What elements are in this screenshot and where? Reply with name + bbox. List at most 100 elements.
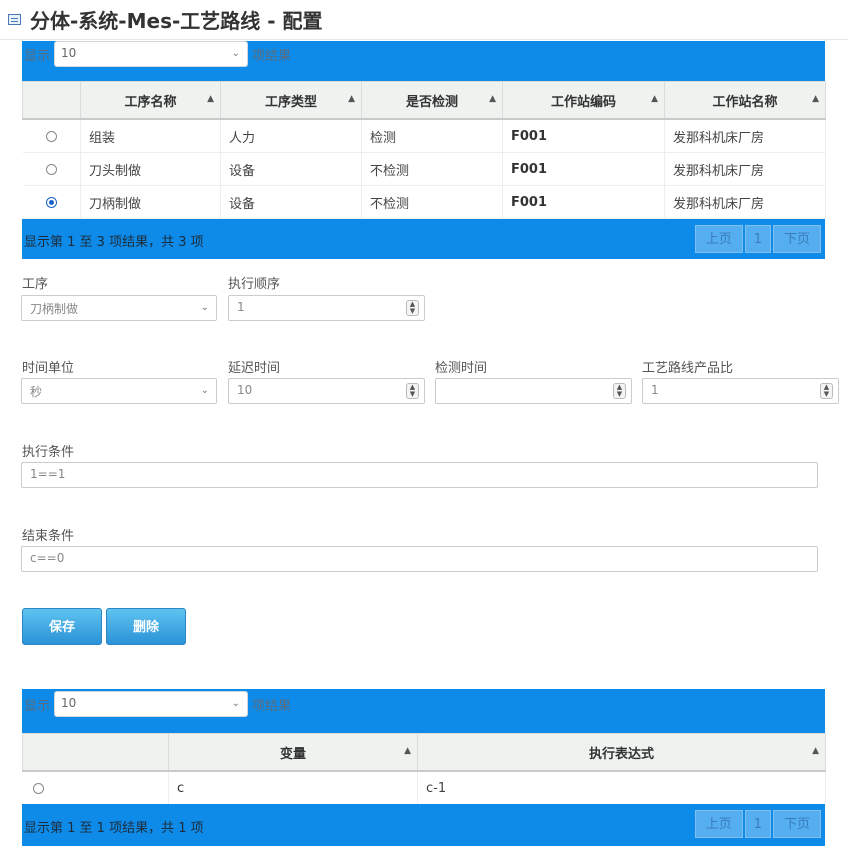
table1-pager: 上页 1 下页 [693,225,821,253]
table-row[interactable]: c c-1 [22,771,826,805]
header-select [22,81,81,120]
page-1-button[interactable]: 1 [744,225,771,253]
header-process-name[interactable]: 工序名称 ▲ [80,81,221,120]
cell-station-code: F001 [502,152,665,186]
order-input[interactable]: 1 ▲ ▼ [228,295,425,321]
length-suffix: 项结果 [252,48,292,64]
table2-toolbar: 显示 10 ⌄ 项结果 [22,689,825,733]
sort-icon: ▲ [348,94,355,104]
end-condition-label: 结束条件 [22,529,75,544]
table-header-row: 工序名称 ▲ 工序类型 ▲ 是否检测 ▲ 工作站编码 ▲ 工作站名称 ▲ [22,81,826,120]
header-station-name[interactable]: 工作站名称 ▲ [664,81,826,120]
cell-process-type: 人力 [220,119,362,153]
exec-condition-input[interactable]: 1==1 [21,462,818,488]
row-radio[interactable] [22,119,81,153]
cell-station-code: F001 [502,185,665,219]
chevron-down-icon: ⌄ [231,48,241,59]
header-variable[interactable]: 变量 ▲ [168,733,418,772]
delay-input[interactable]: 10 ▲ ▼ [228,378,425,404]
end-condition-input[interactable]: c==0 [21,546,818,572]
sort-icon: ▲ [812,94,819,104]
header-station-code[interactable]: 工作站编码 ▲ [502,81,665,120]
page-size-value: 10 [61,696,77,710]
cell-station-name: 发那科机床厂房 [664,185,826,219]
length-suffix: 项结果 [252,698,292,714]
process-value: 刀柄制做 [30,302,79,316]
row-radio[interactable] [22,152,81,186]
radio-button[interactable] [45,130,57,142]
process-select[interactable]: 刀柄制做 ⌄ [21,295,217,321]
prev-page-button[interactable]: 上页 [694,225,743,253]
table-header-row: 变量 ▲ 执行表达式 ▲ [22,733,826,772]
next-page-button[interactable]: 下页 [772,225,821,253]
number-spinner-icon[interactable]: ▲ ▼ [613,383,626,399]
number-spinner-icon[interactable]: ▲ ▼ [406,383,419,399]
page-title: 分体-系统-Mes-工艺路线 - 配置 [30,8,323,33]
cell-station-code: F001 [502,119,665,153]
radio-button[interactable] [45,163,57,175]
page-1-button[interactable]: 1 [744,810,771,838]
cell-process-name: 刀头制做 [80,152,221,186]
header-process-type[interactable]: 工序类型 ▲ [220,81,362,120]
table2-info: 显示第 1 至 1 项结果，共 1 项 [24,821,204,836]
row-radio[interactable] [22,771,169,805]
radio-button-selected[interactable] [45,196,57,208]
prev-page-button[interactable]: 上页 [694,810,743,838]
table1-footer: 显示第 1 至 3 项结果，共 3 项 上页 1 下页 [22,219,825,259]
time-unit-label: 时间单位 [22,361,75,376]
number-spinner-icon[interactable]: ▲ ▼ [820,383,833,399]
header-is-check[interactable]: 是否检测 ▲ [361,81,503,120]
cell-station-name: 发那科机床厂房 [664,119,826,153]
number-spinner-icon[interactable]: ▲ ▼ [406,300,419,316]
process-table: 工序名称 ▲ 工序类型 ▲ 是否检测 ▲ 工作站编码 ▲ 工作站名称 ▲ 组装 人力 检测… [22,81,826,219]
table-row[interactable]: 刀柄制做 设备 不检测 F001 发那科机床厂房 [22,185,826,219]
order-label: 执行顺序 [228,277,281,292]
save-button[interactable]: 保存 [22,608,102,645]
radio-button[interactable] [32,782,44,794]
delay-label: 延迟时间 [228,361,281,376]
ratio-input[interactable]: 1 ▲ ▼ [642,378,839,404]
sort-icon: ▲ [812,746,819,756]
table1-toolbar: 显示 10 ⌄ 项结果 [22,41,825,81]
check-time-input[interactable]: ▲ ▼ [435,378,632,404]
cell-process-type: 设备 [220,185,362,219]
table2-pager: 上页 1 下页 [693,810,821,838]
table-row[interactable]: 刀头制做 设备 不检测 F001 发那科机床厂房 [22,152,826,186]
exec-condition-label: 执行条件 [22,445,75,460]
form-icon [8,13,21,25]
delete-button[interactable]: 删除 [106,608,186,645]
variable-table: 变量 ▲ 执行表达式 ▲ c c-1 [22,733,826,805]
check-time-label: 检测时间 [435,361,488,376]
divider [0,39,848,40]
end-condition-value: c==0 [30,551,65,565]
ratio-value: 1 [651,383,659,397]
time-unit-value: 秒 [30,385,43,399]
cell-expression: c-1 [417,771,826,805]
chevron-down-icon: ⌄ [200,302,209,313]
ratio-label: 工艺路线产品比 [642,361,734,376]
cell-station-name: 发那科机床厂房 [664,152,826,186]
sort-icon: ▲ [489,94,496,104]
cell-is-check: 不检测 [361,152,503,186]
table2-length-control: 显示 10 ⌄ 项结果 [24,691,291,717]
page-size-value: 10 [61,46,77,60]
time-unit-select[interactable]: 秒 ⌄ [21,378,217,404]
sort-icon: ▲ [404,746,411,756]
table1-page-size-select[interactable]: 10 ⌄ [54,41,249,67]
table-row[interactable]: 组装 人力 检测 F001 发那科机床厂房 [22,119,826,153]
header-expression[interactable]: 执行表达式 ▲ [417,733,826,772]
chevron-down-icon: ⌄ [200,385,209,396]
page-header: 分体-系统-Mes-工艺路线 - 配置 [8,6,323,33]
cell-is-check: 不检测 [361,185,503,219]
exec-condition-value: 1==1 [30,467,66,481]
cell-process-name: 组装 [80,119,221,153]
table2-footer: 显示第 1 至 1 项结果，共 1 项 上页 1 下页 [22,804,825,846]
sort-icon: ▲ [207,94,214,104]
chevron-down-icon: ⌄ [231,698,241,709]
header-select [22,733,169,772]
cell-process-type: 设备 [220,152,362,186]
next-page-button[interactable]: 下页 [772,810,821,838]
table2-page-size-select[interactable]: 10 ⌄ [54,691,249,717]
cell-variable: c [168,771,418,805]
row-radio[interactable] [22,185,81,219]
